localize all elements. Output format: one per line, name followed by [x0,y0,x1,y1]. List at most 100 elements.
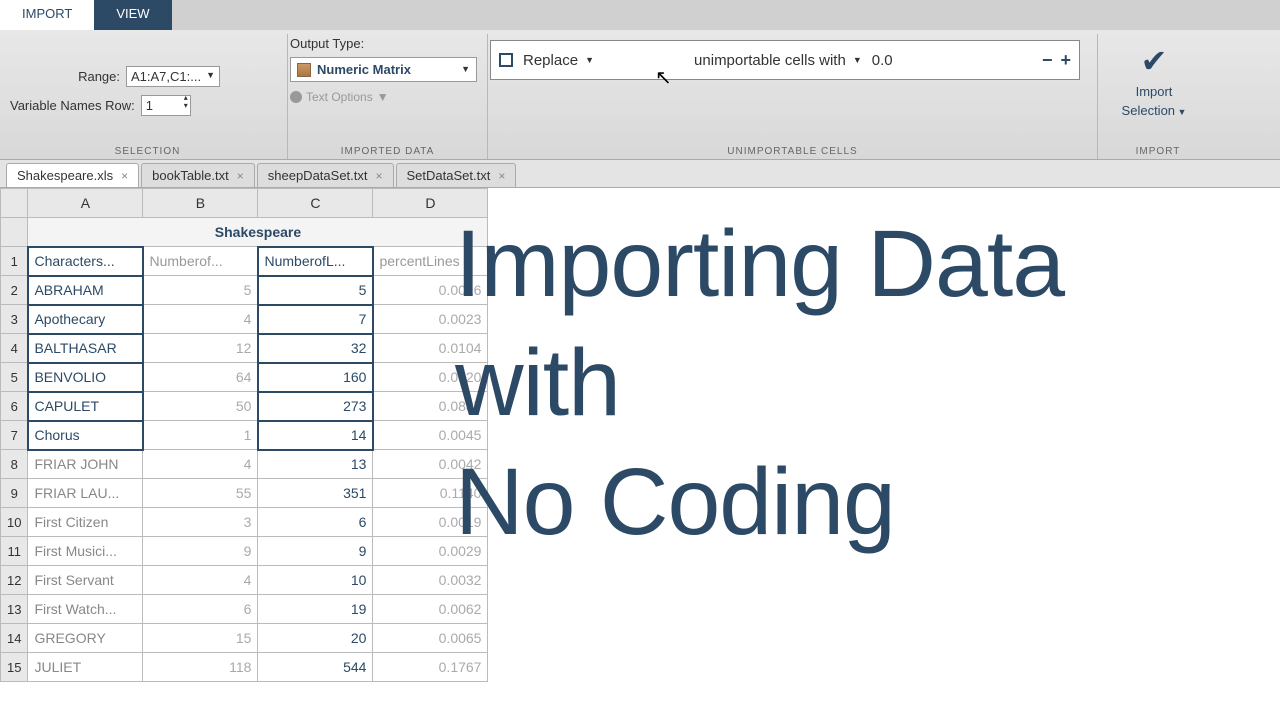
row-header[interactable]: 8 [1,450,28,479]
cell[interactable]: 32 [258,334,373,363]
close-icon[interactable]: × [376,169,383,183]
matrix-icon [297,63,311,77]
row-header[interactable]: 6 [1,392,28,421]
section-selection: SELECTION [8,146,287,157]
cell[interactable]: 544 [258,653,373,682]
row-header[interactable]: 3 [1,305,28,334]
cell[interactable]: 13 [258,450,373,479]
row-header[interactable]: 15 [1,653,28,682]
cell[interactable]: FRIAR LAU... [28,479,143,508]
varnames-label: Variable Names Row: [10,98,135,113]
unimportable-rule: Replace unimportable cells with 0.0 − + [490,40,1080,80]
import-label-2: Selection [1122,103,1187,118]
range-input[interactable]: A1:A7,C1:... [126,66,220,87]
file-tab-0[interactable]: Shakespeare.xls× [6,163,139,187]
ribbon-tabs: IMPORT VIEW [0,0,1280,30]
cell[interactable]: 351 [258,479,373,508]
cell[interactable]: 5 [143,276,258,305]
row-header[interactable]: 7 [1,421,28,450]
section-imported: IMPORTED DATA [288,146,487,157]
cell[interactable]: FRIAR JOHN [28,450,143,479]
cell[interactable]: Chorus [28,421,143,450]
cell[interactable]: 0.0065 [373,624,488,653]
cell[interactable]: 160 [258,363,373,392]
row-header[interactable]: 4 [1,334,28,363]
output-type-dropdown[interactable]: Numeric Matrix [290,57,477,82]
cell[interactable]: BALTHASAR [28,334,143,363]
cell[interactable]: 50 [143,392,258,421]
cell[interactable]: 20 [258,624,373,653]
gear-icon [290,91,302,103]
close-icon[interactable]: × [237,169,244,183]
cell[interactable]: GREGORY [28,624,143,653]
cell[interactable]: First Citizen [28,508,143,537]
cell[interactable]: Numberof... [143,247,258,276]
cell[interactable]: 64 [143,363,258,392]
cell[interactable]: Characters... [28,247,143,276]
cell[interactable]: 15 [143,624,258,653]
with-dropdown[interactable]: unimportable cells with [694,52,862,69]
replace-value[interactable]: 0.0 [872,52,893,69]
tab-import[interactable]: IMPORT [0,0,94,30]
range-label: Range: [10,69,120,84]
col-header[interactable]: C [258,189,373,218]
output-type-value: Numeric Matrix [317,62,411,77]
cell[interactable]: 5 [258,276,373,305]
cell[interactable]: 0.0032 [373,566,488,595]
cell[interactable]: CAPULET [28,392,143,421]
cell[interactable]: NumberofL... [258,247,373,276]
cell[interactable]: ABRAHAM [28,276,143,305]
cell[interactable]: 19 [258,595,373,624]
file-tab-3[interactable]: SetDataSet.txt× [396,163,517,187]
row-header[interactable]: 9 [1,479,28,508]
import-selection-button[interactable]: ✔ Import Selection [1100,36,1208,124]
cell[interactable]: 9 [143,537,258,566]
cell[interactable]: 6 [143,595,258,624]
file-tab-1[interactable]: bookTable.txt× [141,163,255,187]
col-header[interactable]: A [28,189,143,218]
row-header[interactable]: 13 [1,595,28,624]
varnames-row-input[interactable]: 1 [141,95,191,116]
cell[interactable]: BENVOLIO [28,363,143,392]
cell[interactable]: 4 [143,450,258,479]
cell[interactable]: 3 [143,508,258,537]
cell[interactable]: 6 [258,508,373,537]
cell[interactable]: 1 [143,421,258,450]
cell[interactable]: 0.0062 [373,595,488,624]
cell[interactable]: JULIET [28,653,143,682]
close-icon[interactable]: × [498,169,505,183]
row-header[interactable]: 10 [1,508,28,537]
cell[interactable]: 4 [143,566,258,595]
row-header[interactable]: 11 [1,537,28,566]
cell[interactable]: First Musici... [28,537,143,566]
close-icon[interactable]: × [121,169,128,183]
row-header[interactable]: 1 [1,247,28,276]
text-options: Text Options ▼ [290,90,477,104]
row-header[interactable]: 2 [1,276,28,305]
row-header[interactable]: 14 [1,624,28,653]
import-label-1: Import [1136,84,1173,99]
cell[interactable]: 14 [258,421,373,450]
cell[interactable]: 0.1767 [373,653,488,682]
cell[interactable]: 118 [143,653,258,682]
title-overlay: Importing Data with No Coding [455,205,1064,561]
remove-rule-button[interactable]: − [1042,50,1053,71]
cell[interactable]: First Watch... [28,595,143,624]
cell[interactable]: 9 [258,537,373,566]
add-rule-button[interactable]: + [1060,50,1071,71]
file-tab-2[interactable]: sheepDataSet.txt× [257,163,394,187]
cell[interactable]: 12 [143,334,258,363]
cell[interactable]: 10 [258,566,373,595]
row-header[interactable]: 12 [1,566,28,595]
col-header[interactable]: B [143,189,258,218]
replace-checkbox[interactable] [499,53,513,67]
cell[interactable]: First Servant [28,566,143,595]
row-header[interactable]: 5 [1,363,28,392]
cell[interactable]: Apothecary [28,305,143,334]
tab-view[interactable]: VIEW [94,0,171,30]
replace-dropdown[interactable]: Replace [523,52,594,69]
cell[interactable]: 4 [143,305,258,334]
cell[interactable]: 7 [258,305,373,334]
cell[interactable]: 55 [143,479,258,508]
cell[interactable]: 273 [258,392,373,421]
